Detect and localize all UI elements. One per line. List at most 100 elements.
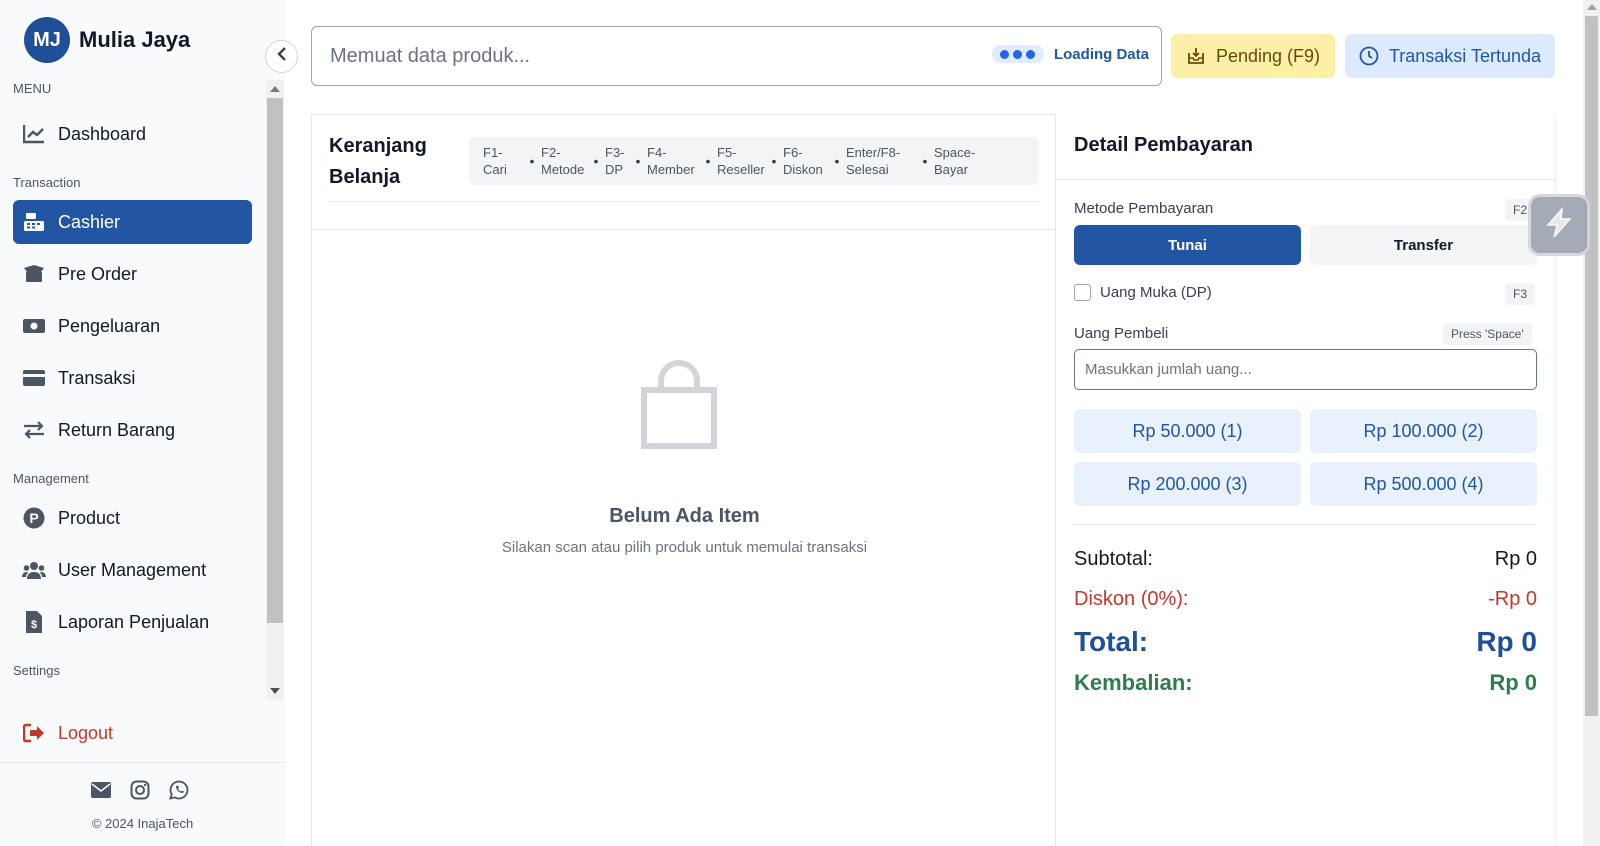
exchange-icon [22, 418, 46, 442]
chevron-left-icon [276, 47, 288, 66]
pending-button-label: Pending (F9) [1215, 45, 1321, 66]
sidebar-item-user-management[interactable]: User Management [13, 548, 252, 592]
discount-value: -Rp 0 [1488, 588, 1537, 610]
subtotal-label: Subtotal: [1074, 548, 1153, 570]
total-label: Total: [1074, 626, 1149, 657]
sidebar-item-label: Return Barang [58, 419, 176, 440]
brand-logo: MJ [24, 17, 70, 63]
quick-amount-50000-button[interactable]: Rp 50.000 (1) [1074, 409, 1301, 453]
change-value: Rp 0 [1489, 670, 1537, 695]
whatsapp-icon[interactable] [168, 779, 190, 801]
sidebar-item-logout[interactable]: Logout [13, 711, 252, 755]
sidebar-item-pre-order[interactable]: Pre Order [13, 252, 252, 296]
svg-text:P: P [29, 510, 38, 526]
sidebar-item-laporan-penjualan[interactable]: $ Laporan Penjualan [13, 600, 252, 644]
cash-amount-input[interactable] [1074, 349, 1537, 390]
separator-dot: • [834, 153, 840, 169]
email-icon[interactable] [90, 779, 112, 801]
product-p-icon: P [22, 506, 46, 530]
quick-amount-200000-button[interactable]: Rp 200.000 (3) [1074, 462, 1301, 506]
subtotal-value: Rp 0 [1494, 548, 1537, 570]
product-search-box[interactable]: Loading Data [311, 26, 1162, 86]
discount-row: Diskon (0%): -Rp 0 [1074, 588, 1537, 611]
sidebar-item-dashboard[interactable]: Dashboard [13, 112, 252, 156]
sidebar-item-label: Product [58, 507, 121, 528]
separator-dot: • [705, 153, 711, 169]
scrollbar-thumb[interactable] [267, 98, 283, 623]
method-transfer-button[interactable]: Transfer [1310, 225, 1537, 265]
section-label-management: Management [13, 471, 89, 486]
divider [329, 201, 1039, 202]
shortcut-enter: Enter/F8- Selesai [846, 145, 901, 177]
sidebar: MJ Mulia Jaya MENU Dashboard Transaction… [0, 0, 285, 846]
lightning-icon [1542, 206, 1576, 245]
shortcut-f4: F4- Member [647, 145, 695, 177]
scroll-up-arrow-icon[interactable] [270, 86, 280, 92]
shortcut-f5: F5- Reseller [717, 145, 765, 177]
dp-checkbox[interactable] [1074, 284, 1091, 301]
cart-panel: Keranjang Belanja F1- Cari • F2- Metode • … [311, 114, 1056, 846]
divider [1056, 179, 1556, 180]
pending-transactions-label: Transaksi Tertunda [1388, 45, 1542, 66]
empty-cart-subtitle: Silakan scan atau pilih produk untuk mem… [501, 539, 868, 556]
box-open-icon [22, 262, 46, 286]
method-tunai-button[interactable]: Tunai [1074, 225, 1301, 265]
cash-register-icon [22, 210, 46, 234]
sidebar-footer: © 2024 InajaTech [0, 762, 285, 846]
sidebar-item-product[interactable]: P Product [13, 496, 252, 540]
separator-dot: • [635, 153, 641, 169]
money-bill-icon [22, 314, 46, 338]
users-icon [22, 558, 46, 582]
sidebar-collapse-button[interactable] [265, 40, 298, 73]
sidebar-item-return-barang[interactable]: Return Barang [13, 408, 252, 452]
payment-panel: Detail Pembayaran Metode Pembayaran F2 T… [1056, 114, 1556, 846]
pending-button[interactable]: Pending (F9) [1171, 34, 1335, 78]
shortcut-f3: F3- DP [605, 145, 625, 177]
sidebar-item-label: Cashier [58, 211, 121, 232]
instagram-icon[interactable] [129, 779, 151, 801]
sidebar-item-cashier[interactable]: Cashier [13, 200, 252, 244]
keyboard-shortcuts-bar: F1- Cari • F2- Metode • F3- DP • F4- Member … [469, 137, 1039, 185]
discount-label: Diskon (0%): [1074, 588, 1189, 610]
sign-out-icon [22, 721, 46, 745]
shortcut-f2: F2- Metode [541, 145, 585, 177]
pending-transactions-button[interactable]: Transaksi Tertunda [1345, 34, 1555, 78]
separator-dot: • [529, 153, 535, 169]
loading-text: Loading Data [1053, 45, 1149, 63]
payment-title: Detail Pembayaran [1074, 134, 1253, 156]
product-search-input[interactable] [330, 41, 930, 71]
brand[interactable]: MJ Mulia Jaya [24, 17, 190, 63]
section-label-transaction: Transaction [13, 175, 81, 190]
floating-assist-button[interactable] [1528, 194, 1590, 256]
section-label-menu: MENU [13, 81, 52, 96]
section-label-settings: Settings [13, 663, 60, 678]
page-scrollbar-thumb[interactable] [1585, 16, 1598, 716]
credit-card-icon [22, 366, 46, 390]
sidebar-item-label: Laporan Penjualan [58, 611, 210, 632]
shortcut-hint-f3: F3 [1505, 283, 1536, 305]
cart-title: Keranjang Belanja [329, 131, 427, 193]
sidebar-item-label: Pre Order [58, 263, 138, 284]
loading-dots-icon [991, 45, 1044, 63]
page-scrollbar[interactable] [1583, 0, 1600, 846]
inbox-download-icon [1186, 47, 1206, 65]
quick-amount-100000-button[interactable]: Rp 100.000 (2) [1310, 409, 1537, 453]
quick-amount-500000-button[interactable]: Rp 500.000 (4) [1310, 462, 1537, 506]
clock-icon [1359, 46, 1379, 66]
empty-cart-title: Belum Ada Item [609, 505, 760, 527]
subtotal-row: Subtotal: Rp 0 [1074, 548, 1537, 571]
scroll-down-arrow-icon[interactable] [270, 688, 280, 694]
sidebar-item-transaksi[interactable]: Transaksi [13, 356, 252, 400]
sidebar-item-label: Pengeluaran [58, 315, 161, 336]
cart-title-line2: Belanja [329, 166, 401, 188]
sidebar-item-pengeluaran[interactable]: Pengeluaran [13, 304, 252, 348]
scroll-up-arrow-icon[interactable] [1587, 4, 1597, 10]
sidebar-item-label: Dashboard [58, 123, 147, 144]
sidebar-item-label: User Management [58, 559, 207, 580]
divider [1074, 524, 1537, 525]
shortcut-hint-space: Press 'Space' [1443, 323, 1532, 345]
payment-method-label: Metode Pembayaran [1074, 200, 1214, 217]
shortcut-f6: F6- Diskon [783, 145, 823, 177]
sidebar-scrollbar[interactable] [266, 80, 284, 700]
separator-dot: • [593, 153, 599, 169]
